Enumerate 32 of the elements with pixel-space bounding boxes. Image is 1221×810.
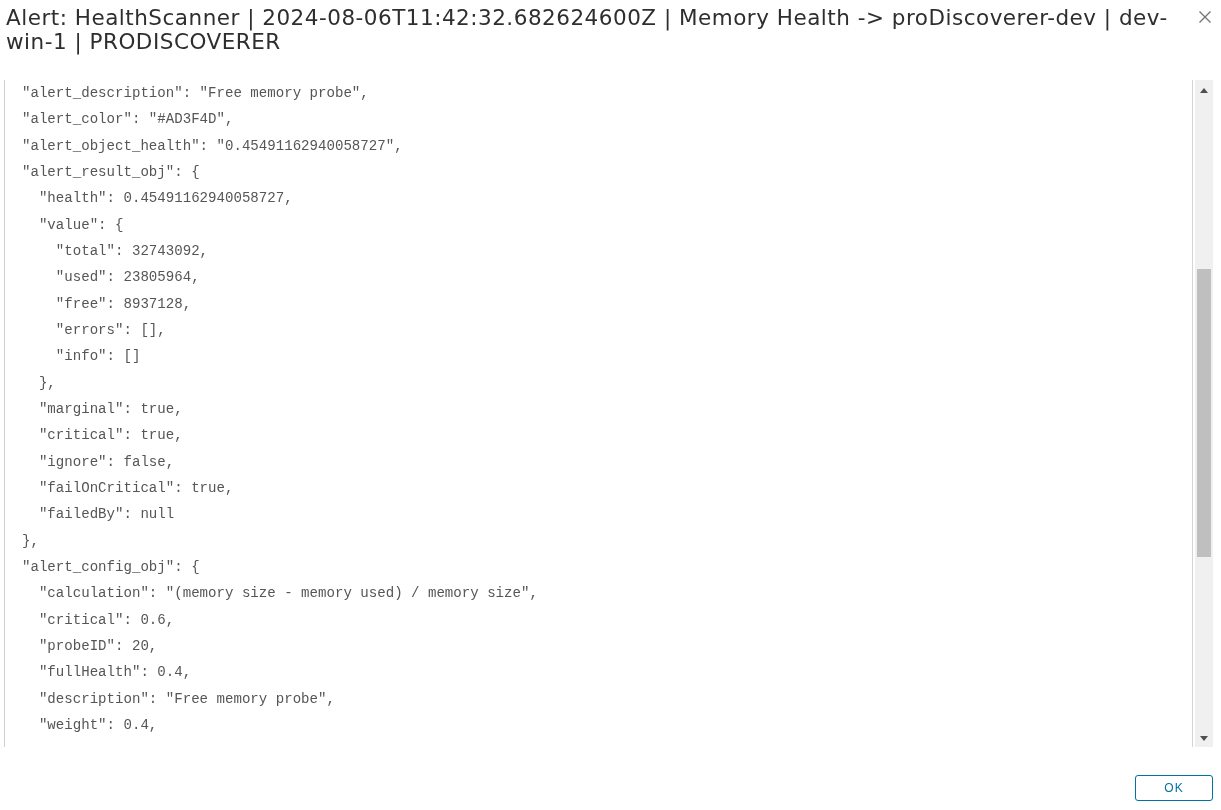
dialog-title: Alert: HealthScanner | 2024-08-06T11:42:32.682624600Z | Memory Health -> proDiscoverer-dev | dev-win-1 | PRODISCOVERER	[6, 6, 1169, 54]
code-line: },	[22, 531, 39, 551]
code-line: },	[38, 373, 56, 393]
code-line: "alert_config_obj": {	[22, 557, 200, 577]
code-line: "failedBy": null	[38, 505, 175, 525]
code-line: "alert_object_health": "0.45491162940058727",	[22, 136, 403, 156]
code-line: "health": 0.45491162940058727,	[38, 189, 293, 209]
code-line: "used": 23805964,	[55, 268, 200, 288]
code-line: "probeID": 20,	[38, 636, 158, 656]
ok-button[interactable]: OK	[1135, 775, 1213, 801]
code-line: "alert_color": "#AD3F4D",	[22, 110, 234, 130]
code-line: "critical": true,	[38, 426, 183, 446]
code-line: "description": "Free memory probe",	[38, 689, 335, 709]
code-line: "critical": 0.6,	[38, 610, 175, 630]
code-line: "errors": [],	[55, 320, 166, 340]
code-line: "marginal": true,	[38, 399, 183, 419]
code-line: "total": 32743092,	[55, 241, 209, 261]
code-line: "info": []	[55, 347, 141, 367]
code-line: "free": 8937128,	[55, 294, 192, 314]
scroll-down-icon[interactable]	[1200, 736, 1208, 741]
scroll-up-icon[interactable]	[1200, 88, 1208, 93]
code-line: "ignore": false,	[38, 452, 175, 472]
scrollbar[interactable]	[1195, 80, 1213, 747]
scrollbar-thumb[interactable]	[1197, 269, 1211, 557]
code-line: "failOnCritical": true,	[38, 478, 234, 498]
code-line: "value": {	[38, 215, 124, 235]
code-line: "alert_description": "Free memory probe",	[22, 84, 369, 103]
close-icon[interactable]	[1199, 11, 1211, 23]
code-line: "fullHealth": 0.4,	[38, 663, 192, 683]
code-line: "alert_result_obj": {	[22, 163, 200, 182]
code-line: "calculation": "(memory size - memory used) / memory size",	[38, 584, 538, 604]
code-line: "weight": 0.4,	[38, 715, 158, 735]
